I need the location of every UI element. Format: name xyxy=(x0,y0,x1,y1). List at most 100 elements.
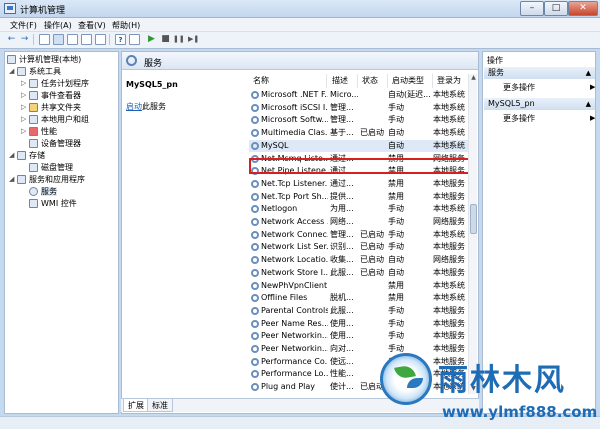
tree-item-storage[interactable]: ◢ 存储 xyxy=(9,150,45,161)
more-actions-services[interactable]: 更多操作 ▶ xyxy=(503,82,595,93)
service-logon-cell: 网络服务 xyxy=(433,217,465,226)
view-icon[interactable] xyxy=(129,34,140,45)
tree-item-services[interactable]: 服务 xyxy=(29,186,57,197)
tree-item-device-manager[interactable]: 设备管理器 xyxy=(29,138,81,149)
expand-icon[interactable]: ▷ xyxy=(21,102,29,113)
column-header-logon-as[interactable]: 登录为 xyxy=(433,74,472,88)
service-description-cell: 使用... xyxy=(330,331,354,341)
service-row[interactable]: Network Access ... 网络... 手动 网络服务 xyxy=(249,216,472,228)
service-startup-cell: 手动 xyxy=(388,242,404,252)
menu-view[interactable]: 查看(V) xyxy=(78,20,106,31)
tree-item-services-apps[interactable]: ◢ 服务和应用程序 xyxy=(9,174,85,185)
service-name-cell: Net.Tcp Listener... xyxy=(261,178,328,188)
tree-item-shared-folders[interactable]: ▷ 共享文件夹 xyxy=(21,102,81,113)
collapse-icon[interactable]: ▲ xyxy=(586,67,591,79)
tree-item-event-viewer[interactable]: ▷ 事件查看器 xyxy=(21,90,81,101)
service-startup-cell: 手动 xyxy=(388,204,404,214)
service-row[interactable]: Peer Networkin... 使用... 手动 本地服务 xyxy=(249,330,472,342)
collapse-icon[interactable]: ◢ xyxy=(9,66,17,77)
menu-file[interactable]: 文件(F) xyxy=(10,20,37,31)
export-list-icon[interactable] xyxy=(95,34,106,45)
maximize-button[interactable]: □ xyxy=(544,1,568,16)
properties-icon[interactable] xyxy=(67,34,78,45)
computer-icon xyxy=(7,55,16,64)
service-row[interactable]: Network List Ser... 识别... 已启动 手动 本地服务 xyxy=(249,241,472,253)
start-service-icon[interactable]: ▶ xyxy=(146,34,157,45)
service-description-cell: 使用... xyxy=(330,318,354,328)
toolbar-separator xyxy=(33,34,34,45)
service-name-cell: Peer Networkin... xyxy=(261,331,328,341)
service-row[interactable]: Netlogon 为用... 手动 本地系统 xyxy=(249,203,472,215)
menu-action[interactable]: 操作(A) xyxy=(44,20,72,31)
up-folder-icon[interactable] xyxy=(39,34,50,45)
column-header-status[interactable]: 状态 xyxy=(358,74,388,88)
help-icon[interactable]: ? xyxy=(115,34,126,45)
minimize-button[interactable]: – xyxy=(520,1,544,16)
tree-item-wmi[interactable]: WMI 控件 xyxy=(29,198,77,209)
service-row[interactable]: Offline Files 脱机... 禁用 本地系统 xyxy=(249,292,472,304)
tree-item-performance[interactable]: ▷ 性能 xyxy=(21,126,57,137)
stop-service-icon[interactable]: ■ xyxy=(160,34,171,45)
service-row[interactable]: Peer Name Res... 使用... 手动 本地服务 xyxy=(249,318,472,330)
menu-help[interactable]: 帮助(H) xyxy=(112,20,140,31)
service-name-cell: Peer Name Res... xyxy=(261,318,328,328)
restart-service-icon[interactable]: ▶❚ xyxy=(188,34,199,45)
refresh-icon[interactable] xyxy=(81,34,92,45)
more-actions-mysql[interactable]: 更多操作 ▶ xyxy=(503,113,595,124)
service-description-cell: 管理... xyxy=(330,115,354,125)
tree-item-local-users[interactable]: ▷ 本地用户和组 xyxy=(21,114,89,125)
service-row[interactable]: Parental Controls 此服... 手动 本地服务 xyxy=(249,305,472,317)
service-row[interactable]: Net.Tcp Port Sh... 提供... 禁用 本地服务 xyxy=(249,191,472,203)
expand-icon[interactable]: ▷ xyxy=(21,126,29,137)
tab-standard[interactable]: 标准 xyxy=(147,399,173,412)
vertical-scrollbar[interactable]: ▲ ▼ xyxy=(468,74,477,394)
collapse-icon[interactable]: ◢ xyxy=(9,174,17,185)
scroll-up-icon[interactable]: ▲ xyxy=(469,74,478,83)
service-row[interactable]: Network Connec... 管理... 已启动 手动 本地系统 xyxy=(249,229,472,241)
tab-extended[interactable]: 扩展 xyxy=(123,399,149,412)
column-header-description[interactable]: 描述 xyxy=(328,74,358,88)
service-row[interactable]: Net.Tcp Listener... 通过... 禁用 本地服务 xyxy=(249,178,472,190)
service-logon-cell: 本地系统 xyxy=(433,204,465,214)
tree-item-root[interactable]: 计算机管理(本地) xyxy=(7,54,81,65)
forward-icon[interactable]: → xyxy=(19,34,30,45)
service-logon-cell: 本地系统 xyxy=(433,280,465,290)
column-header-name[interactable]: 名称 xyxy=(249,74,327,88)
tree-item-task-scheduler[interactable]: ▷ 任务计划程序 xyxy=(21,78,89,89)
expand-icon[interactable]: ▷ xyxy=(21,78,29,89)
close-button[interactable]: ✕ xyxy=(568,1,598,16)
service-row[interactable]: Microsoft .NET F... Micro... 自动(延迟... 本地系统 xyxy=(249,89,472,101)
service-logon-cell: 本地系统 xyxy=(433,229,465,239)
pane-title: 服务 xyxy=(144,59,163,69)
service-row[interactable]: MySQL 自动 本地系统 xyxy=(249,139,472,152)
column-header-startup-type[interactable]: 启动类型 xyxy=(388,74,433,88)
service-row[interactable]: NewPhVpnClient... 禁用 本地系统 xyxy=(249,280,472,292)
scroll-thumb[interactable] xyxy=(470,204,477,234)
tree-item-disk-management[interactable]: 磁盘管理 xyxy=(29,162,73,173)
service-logon-cell: 本地服务 xyxy=(433,267,465,277)
service-logon-cell: 网络服务 xyxy=(433,255,465,265)
service-row[interactable]: Microsoft iSCSI I... 管理... 手动 本地系统 xyxy=(249,102,472,114)
service-row[interactable]: Microsoft Softw... 管理... 手动 本地系统 xyxy=(249,114,472,126)
show-tree-icon[interactable] xyxy=(53,34,64,45)
start-service-link[interactable]: 启动 xyxy=(126,102,142,111)
collapse-icon[interactable]: ▲ xyxy=(586,98,591,110)
watermark-brand: 雨林木风 xyxy=(438,363,566,398)
actions-group-mysql[interactable]: MySQL5_pn ▲ xyxy=(484,98,595,110)
service-row[interactable]: Network Store I... 此服... 已启动 自动 本地服务 xyxy=(249,267,472,279)
collapse-icon[interactable]: ◢ xyxy=(9,150,17,161)
service-name-cell: Network Store I... xyxy=(261,267,328,277)
expand-icon[interactable]: ▷ xyxy=(21,114,29,125)
leaf-icon xyxy=(407,378,423,388)
service-logon-cell: 本地系统 xyxy=(433,90,465,99)
service-name-cell: Microsoft iSCSI I... xyxy=(261,102,328,112)
expand-icon[interactable]: ▷ xyxy=(21,90,29,101)
pause-service-icon[interactable]: ❚❚ xyxy=(173,34,185,45)
back-icon[interactable]: ← xyxy=(6,34,17,45)
actions-group-services[interactable]: 服务 ▲ xyxy=(484,67,595,79)
service-row[interactable]: Network Locatio... 收集... 已启动 自动 网络服务 xyxy=(249,254,472,266)
service-name-cell: Peer Networkin... xyxy=(261,344,328,353)
tree-item-system-tools[interactable]: ◢ 系统工具 xyxy=(9,66,61,77)
service-row[interactable]: Multimedia Clas... 基于... 已启动 自动 本地系统 xyxy=(249,127,472,139)
service-name-cell: Performance Co... xyxy=(261,356,328,366)
